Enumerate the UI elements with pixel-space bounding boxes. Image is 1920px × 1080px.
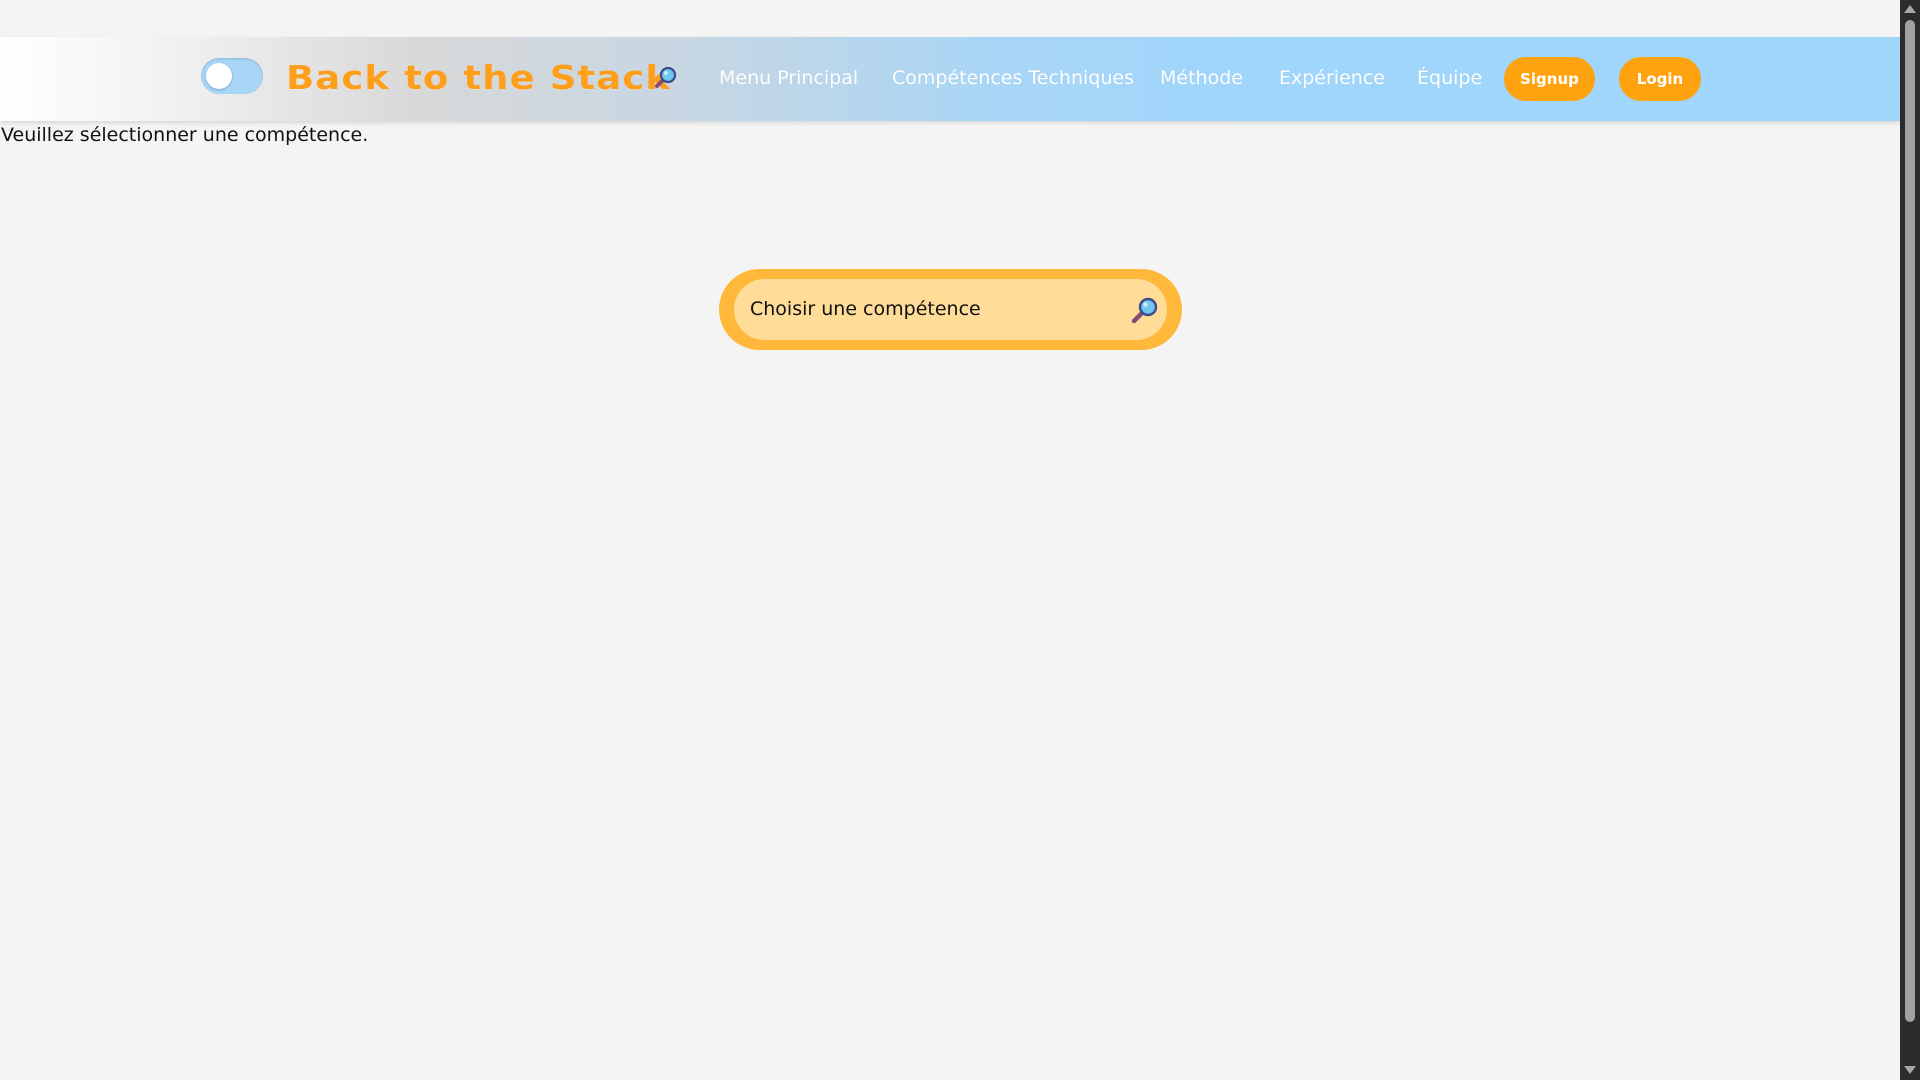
- scroll-down-arrow-icon[interactable]: [1904, 1066, 1916, 1074]
- signup-button[interactable]: Signup: [1504, 57, 1595, 101]
- selection-message: Veuillez sélectionner une compétence.: [1, 124, 369, 146]
- theme-toggle[interactable]: [201, 58, 263, 94]
- scroll-up-arrow-icon[interactable]: [1904, 5, 1916, 13]
- login-button[interactable]: Login: [1619, 57, 1701, 101]
- toggle-knob: [206, 63, 232, 89]
- nav-methode[interactable]: Méthode: [1160, 67, 1243, 89]
- nav-experience[interactable]: Expérience: [1279, 67, 1385, 89]
- vertical-scrollbar[interactable]: [1900, 0, 1920, 1080]
- skill-search-input[interactable]: Choisir une compétence: [734, 279, 1167, 340]
- skill-search-label: Choisir une compétence: [750, 298, 981, 320]
- nav-menu-principal[interactable]: Menu Principal: [719, 67, 858, 89]
- site-header: Back to the Stack Menu Principal Compéte…: [0, 37, 1900, 121]
- brand-title[interactable]: Back to the Stack: [286, 58, 671, 97]
- nav-competences-techniques[interactable]: Compétences Techniques: [892, 67, 1134, 89]
- skill-search-box: Choisir une compétence: [719, 269, 1182, 350]
- scroll-thumb[interactable]: [1905, 20, 1915, 1022]
- magnifier-icon[interactable]: [653, 64, 679, 90]
- magnifier-icon[interactable]: [1130, 295, 1160, 325]
- nav-equipe[interactable]: Équipe: [1417, 67, 1482, 89]
